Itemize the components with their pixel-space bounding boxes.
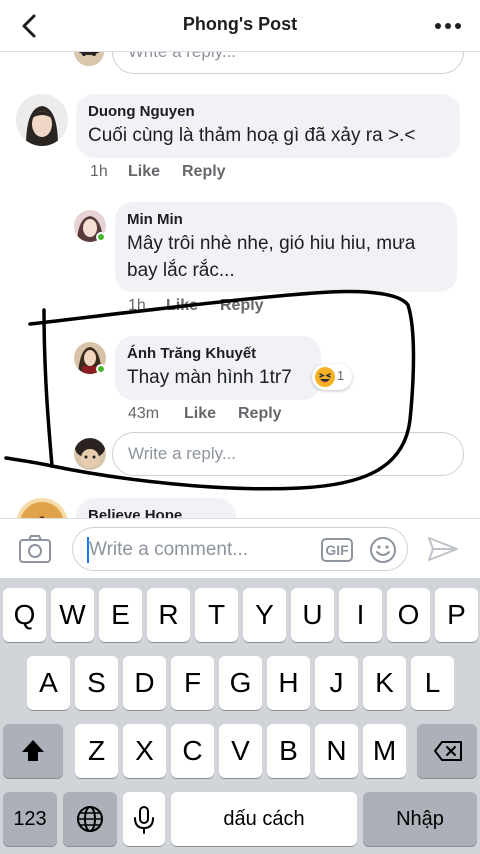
- key-f[interactable]: F: [171, 656, 214, 710]
- globe-icon[interactable]: [63, 792, 117, 846]
- return-key[interactable]: Nhập: [363, 792, 477, 846]
- send-icon[interactable]: [426, 535, 460, 563]
- comment-text: Mây trôi nhè nhẹ, gió hiu hiu, mưa: [127, 233, 416, 254]
- key-i[interactable]: I: [339, 588, 382, 642]
- reply-placeholder: Write a reply...: [128, 52, 236, 62]
- key-n[interactable]: N: [315, 724, 358, 778]
- key-c[interactable]: C: [171, 724, 214, 778]
- reply-input[interactable]: Write a reply...: [112, 432, 464, 476]
- key-v[interactable]: V: [219, 724, 262, 778]
- reply-button[interactable]: Reply: [182, 162, 226, 182]
- shift-key[interactable]: [3, 724, 63, 778]
- avatar[interactable]: [74, 52, 104, 66]
- key-z[interactable]: Z: [75, 724, 118, 778]
- comment-text: Cuối cùng là thảm hoạ gì đã xảy ra >.<: [88, 125, 416, 146]
- key-x[interactable]: X: [123, 724, 166, 778]
- reply-bubble[interactable]: Ánh Trăng Khuyết Thay màn hình 1tr7: [115, 336, 321, 400]
- online-status-icon: [96, 232, 106, 242]
- space-key[interactable]: dấu cách: [171, 792, 357, 846]
- commenter-name[interactable]: Ánh Trăng Khuyết: [127, 344, 309, 364]
- comment-placeholder: Write a comment...: [89, 539, 249, 560]
- key-o[interactable]: O: [387, 588, 430, 642]
- reply-placeholder: Write a reply...: [128, 444, 237, 463]
- key-g[interactable]: G: [219, 656, 262, 710]
- key-r[interactable]: R: [147, 588, 190, 642]
- comment-bubble[interactable]: Believe Hope: [76, 498, 236, 518]
- comment-actions: 43m Like Reply: [128, 404, 328, 424]
- reply-button[interactable]: Reply: [220, 296, 264, 316]
- comment-text: Thay màn hình 1tr7: [127, 367, 292, 388]
- avatar[interactable]: [16, 498, 68, 518]
- comment-text-continued: bay lắc rắc...: [127, 260, 235, 281]
- microphone-icon[interactable]: [123, 792, 165, 846]
- numbers-key[interactable]: 123: [3, 792, 57, 846]
- reply-bubble[interactable]: Min Min Mây trôi nhè nhẹ, gió hiu hiu, m…: [115, 202, 457, 292]
- comment-time: 1h: [128, 297, 146, 314]
- key-t[interactable]: T: [195, 588, 238, 642]
- key-s[interactable]: S: [75, 656, 118, 710]
- key-k[interactable]: K: [363, 656, 406, 710]
- haha-emoji-icon: [315, 367, 335, 387]
- avatar[interactable]: [16, 94, 68, 146]
- reaction-count: 1: [337, 368, 345, 383]
- key-a[interactable]: A: [27, 656, 70, 710]
- key-h[interactable]: H: [267, 656, 310, 710]
- comments-feed[interactable]: Write a reply... Duong Nguyen Cuối cùng …: [0, 52, 480, 518]
- key-d[interactable]: D: [123, 656, 166, 710]
- commenter-name[interactable]: Duong Nguyen: [88, 102, 448, 122]
- key-y[interactable]: Y: [243, 588, 286, 642]
- backspace-key[interactable]: [417, 724, 477, 778]
- like-button[interactable]: Like: [166, 296, 198, 316]
- key-j[interactable]: J: [315, 656, 358, 710]
- key-b[interactable]: B: [267, 724, 310, 778]
- key-p[interactable]: P: [435, 588, 478, 642]
- like-button[interactable]: Like: [184, 404, 216, 424]
- post-header: Phong's Post: [0, 0, 480, 52]
- reply-button[interactable]: Reply: [238, 404, 282, 424]
- gif-button[interactable]: GIF: [321, 538, 353, 562]
- key-q[interactable]: Q: [3, 588, 46, 642]
- page-title: Phong's Post: [182, 14, 298, 34]
- comment-composer: Write a comment... GIF: [0, 518, 480, 578]
- key-m[interactable]: M: [363, 724, 406, 778]
- comment-bubble[interactable]: Duong Nguyen Cuối cùng là thảm hoạ gì đã…: [76, 94, 460, 158]
- comment-actions: 1h Like Reply: [90, 162, 290, 182]
- avatar[interactable]: [74, 438, 106, 470]
- key-e[interactable]: E: [99, 588, 142, 642]
- key-u[interactable]: U: [291, 588, 334, 642]
- online-status-icon: [96, 364, 106, 374]
- emoji-icon[interactable]: [369, 536, 397, 564]
- back-icon[interactable]: [16, 12, 44, 40]
- key-w[interactable]: W: [51, 588, 94, 642]
- reaction-summary[interactable]: 1: [312, 364, 352, 390]
- reply-input[interactable]: Write a reply...: [112, 52, 464, 74]
- comment-actions: 1h Like Reply: [128, 296, 328, 316]
- comment-input[interactable]: Write a comment... GIF: [72, 527, 408, 571]
- like-button[interactable]: Like: [128, 162, 160, 182]
- comment-time: 43m: [128, 405, 160, 422]
- key-l[interactable]: L: [411, 656, 454, 710]
- commenter-name[interactable]: Believe Hope: [88, 506, 224, 518]
- comment-time: 1h: [90, 163, 108, 180]
- on-screen-keyboard: Q W E R T Y U I O P A S D F G H J K L Z …: [0, 578, 480, 854]
- camera-icon[interactable]: [18, 533, 52, 565]
- commenter-name[interactable]: Min Min: [127, 210, 445, 230]
- more-options-icon[interactable]: [430, 14, 466, 38]
